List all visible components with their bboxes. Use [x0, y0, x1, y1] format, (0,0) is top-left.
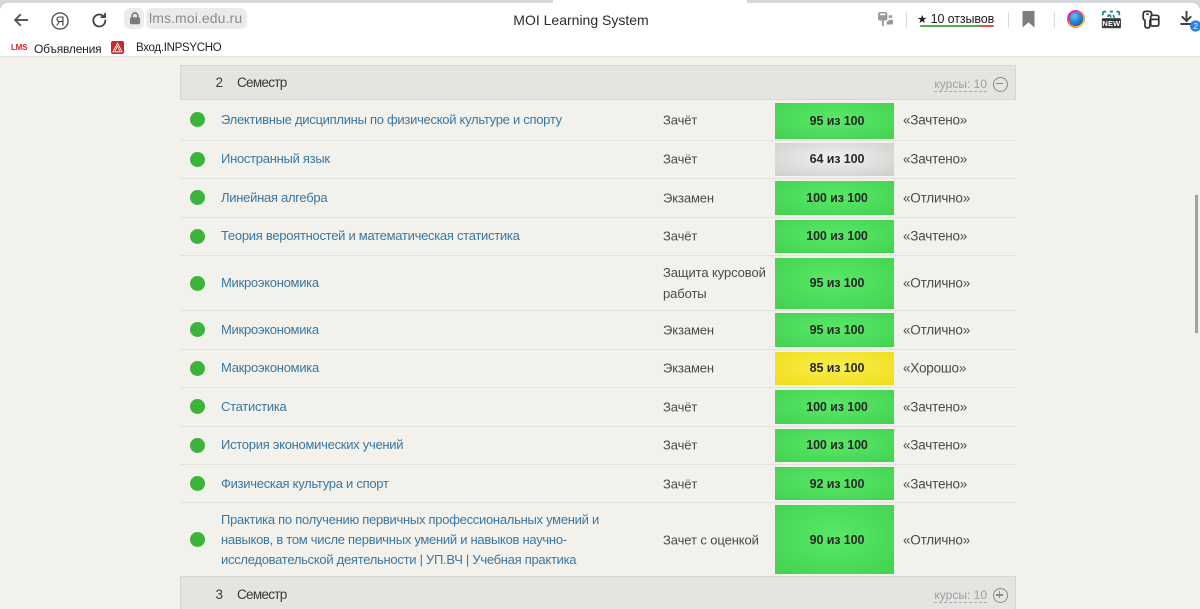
svg-text:Я: Я: [55, 14, 64, 28]
svg-text:2: 2: [1193, 21, 1198, 31]
svg-text:NEW: NEW: [1102, 19, 1121, 28]
